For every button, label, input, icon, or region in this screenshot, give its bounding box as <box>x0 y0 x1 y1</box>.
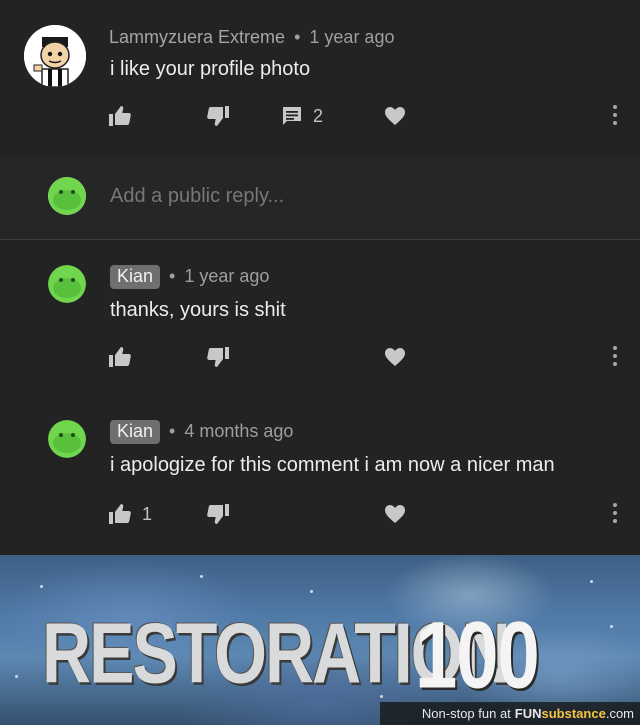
comment-actions <box>108 344 628 370</box>
comment-meta: Kian • 1 year ago <box>110 265 269 289</box>
author-chip[interactable]: Kian <box>110 420 161 444</box>
thumbs-down-icon <box>207 504 229 524</box>
comment-kian-1: Kian • 1 year ago thanks, yours is shit <box>0 240 640 400</box>
like-count: 1 <box>142 503 153 524</box>
reply-input[interactable]: Add a public reply... <box>110 185 284 208</box>
green-blob-avatar-icon[interactable] <box>48 265 86 303</box>
thumbs-up-icon <box>109 106 131 126</box>
heart-icon <box>385 348 405 366</box>
author-chip[interactable]: Kian <box>110 265 161 289</box>
footer-brand-substance: substance <box>541 706 606 721</box>
comment-author[interactable]: Lammyzuera Extreme <box>109 27 285 47</box>
comment-kian-2: Kian • 4 months ago i apologize for this… <box>0 400 640 555</box>
like-button[interactable]: 1 <box>108 501 152 527</box>
comment-text: thanks, yours is shit <box>110 299 286 321</box>
thumbs-down-icon <box>207 106 229 126</box>
heart-button[interactable] <box>384 501 406 527</box>
comment-icon <box>283 107 301 125</box>
comment-lammyzuera: Lammyzuera Extreme • 1 year ago i like y… <box>0 0 640 155</box>
comment-time[interactable]: 4 months ago <box>184 421 293 441</box>
footer-brand-fun: FUN <box>514 706 542 721</box>
like-button[interactable] <box>108 344 132 370</box>
reply-box: Add a public reply... <box>0 155 640 239</box>
dislike-button[interactable] <box>206 103 230 129</box>
more-options-icon[interactable] <box>612 105 618 127</box>
heart-icon <box>385 505 405 523</box>
banner-number: 100 <box>415 602 540 709</box>
comment-time[interactable]: 1 year ago <box>309 27 394 47</box>
more-options-icon[interactable] <box>612 503 618 525</box>
thumbs-up-icon <box>109 347 131 367</box>
watermark-footer: Non-stop fun at FUN substance .com <box>380 702 640 725</box>
comment-text: i like your profile photo <box>110 58 311 80</box>
footer-brand-domain: .com <box>605 706 634 721</box>
thumbs-down-icon <box>207 347 229 367</box>
dislike-button[interactable] <box>206 501 230 527</box>
comment-meta: Lammyzuera Extreme • 1 year ago <box>109 27 394 48</box>
comment-actions: 1 <box>108 501 628 527</box>
separator-dot: • <box>169 266 176 286</box>
dislike-button[interactable] <box>206 344 230 370</box>
footer-text: Non-stop fun at <box>421 706 511 721</box>
comment-meta: Kian • 4 months ago <box>110 420 293 444</box>
green-blob-avatar-icon[interactable] <box>48 420 86 458</box>
comment-time[interactable]: 1 year ago <box>184 266 269 286</box>
cartoon-avatar-icon[interactable] <box>24 25 86 87</box>
comment-actions: 2 <box>108 103 628 129</box>
heart-button[interactable] <box>384 103 406 129</box>
green-blob-avatar-icon <box>48 177 86 215</box>
heart-button[interactable] <box>384 344 406 370</box>
reply-button[interactable]: 2 <box>281 103 323 129</box>
like-button[interactable] <box>108 103 132 129</box>
more-options-icon[interactable] <box>612 346 618 368</box>
comment-text: i apologize for this comment i am now a … <box>110 454 555 476</box>
separator-dot: • <box>169 421 176 441</box>
reply-count: 2 <box>313 105 324 126</box>
restoration-banner-image: RESTORATION 100 <box>0 555 640 725</box>
separator-dot: • <box>294 27 301 47</box>
heart-icon <box>385 107 405 125</box>
thumbs-up-icon <box>109 504 131 524</box>
